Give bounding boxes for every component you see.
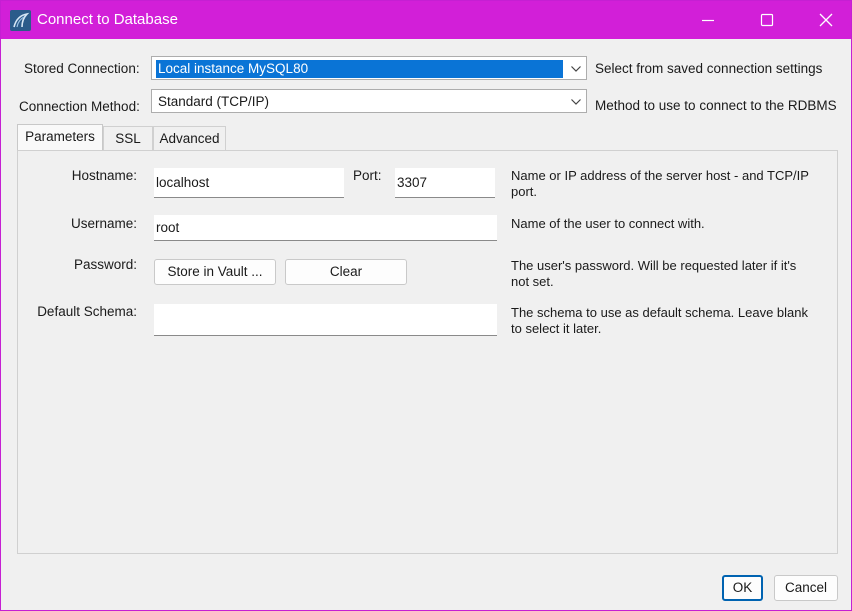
connection-method-desc: Method to use to connect to the RDBMS [595, 98, 837, 113]
close-button[interactable] [797, 1, 851, 39]
connect-dialog: Connect to Database Stored Connection: L… [0, 0, 852, 611]
default-schema-desc: The schema to use as default schema. Lea… [511, 305, 809, 336]
connection-method-label: Connection Method: [19, 99, 140, 114]
cancel-button[interactable]: Cancel [774, 575, 838, 601]
maximize-icon [760, 13, 774, 27]
port-value: 3307 [397, 175, 428, 190]
maximize-button[interactable] [738, 1, 796, 39]
clear-password-button[interactable]: Clear [285, 259, 407, 285]
tab-ssl[interactable]: SSL [103, 126, 153, 150]
username-input[interactable]: root [154, 215, 497, 241]
mysql-workbench-dolphin-icon [10, 10, 31, 31]
stored-connection-value: Local instance MySQL80 [156, 60, 563, 78]
close-icon [819, 13, 833, 27]
parameters-panel [17, 150, 838, 554]
stored-connection-select[interactable]: Local instance MySQL80 [151, 56, 587, 80]
port-label: Port: [353, 168, 382, 183]
stored-connection-label: Stored Connection: [24, 61, 140, 76]
stored-connection-desc: Select from saved connection settings [595, 61, 823, 76]
tab-advanced[interactable]: Advanced [153, 126, 226, 150]
window-title: Connect to Database [37, 11, 178, 28]
port-input[interactable]: 3307 [395, 168, 495, 198]
default-schema-input[interactable] [154, 304, 497, 336]
hostname-input[interactable]: localhost [154, 168, 344, 198]
hostname-value: localhost [156, 175, 210, 190]
connection-method-select[interactable]: Standard (TCP/IP) [151, 89, 587, 113]
minimize-button[interactable] [679, 1, 737, 39]
ok-button[interactable]: OK [722, 575, 763, 601]
hostname-label: Hostname: [71, 168, 137, 183]
default-schema-label: Default Schema: [37, 304, 137, 319]
username-desc: Name of the user to connect with. [511, 216, 705, 231]
username-value: root [156, 220, 180, 235]
password-label: Password: [73, 257, 137, 272]
connection-method-value: Standard (TCP/IP) [158, 94, 270, 109]
chevron-down-icon [571, 66, 581, 72]
username-label: Username: [70, 216, 137, 231]
tab-parameters[interactable]: Parameters [17, 124, 103, 150]
password-desc: The user's password. Will be requested l… [511, 258, 797, 289]
chevron-down-icon [571, 99, 581, 105]
hostname-port-desc: Name or IP address of the server host - … [511, 168, 809, 199]
minimize-icon [702, 19, 714, 22]
title-bar[interactable]: Connect to Database [1, 1, 851, 39]
store-in-vault-button[interactable]: Store in Vault ... [154, 259, 276, 285]
